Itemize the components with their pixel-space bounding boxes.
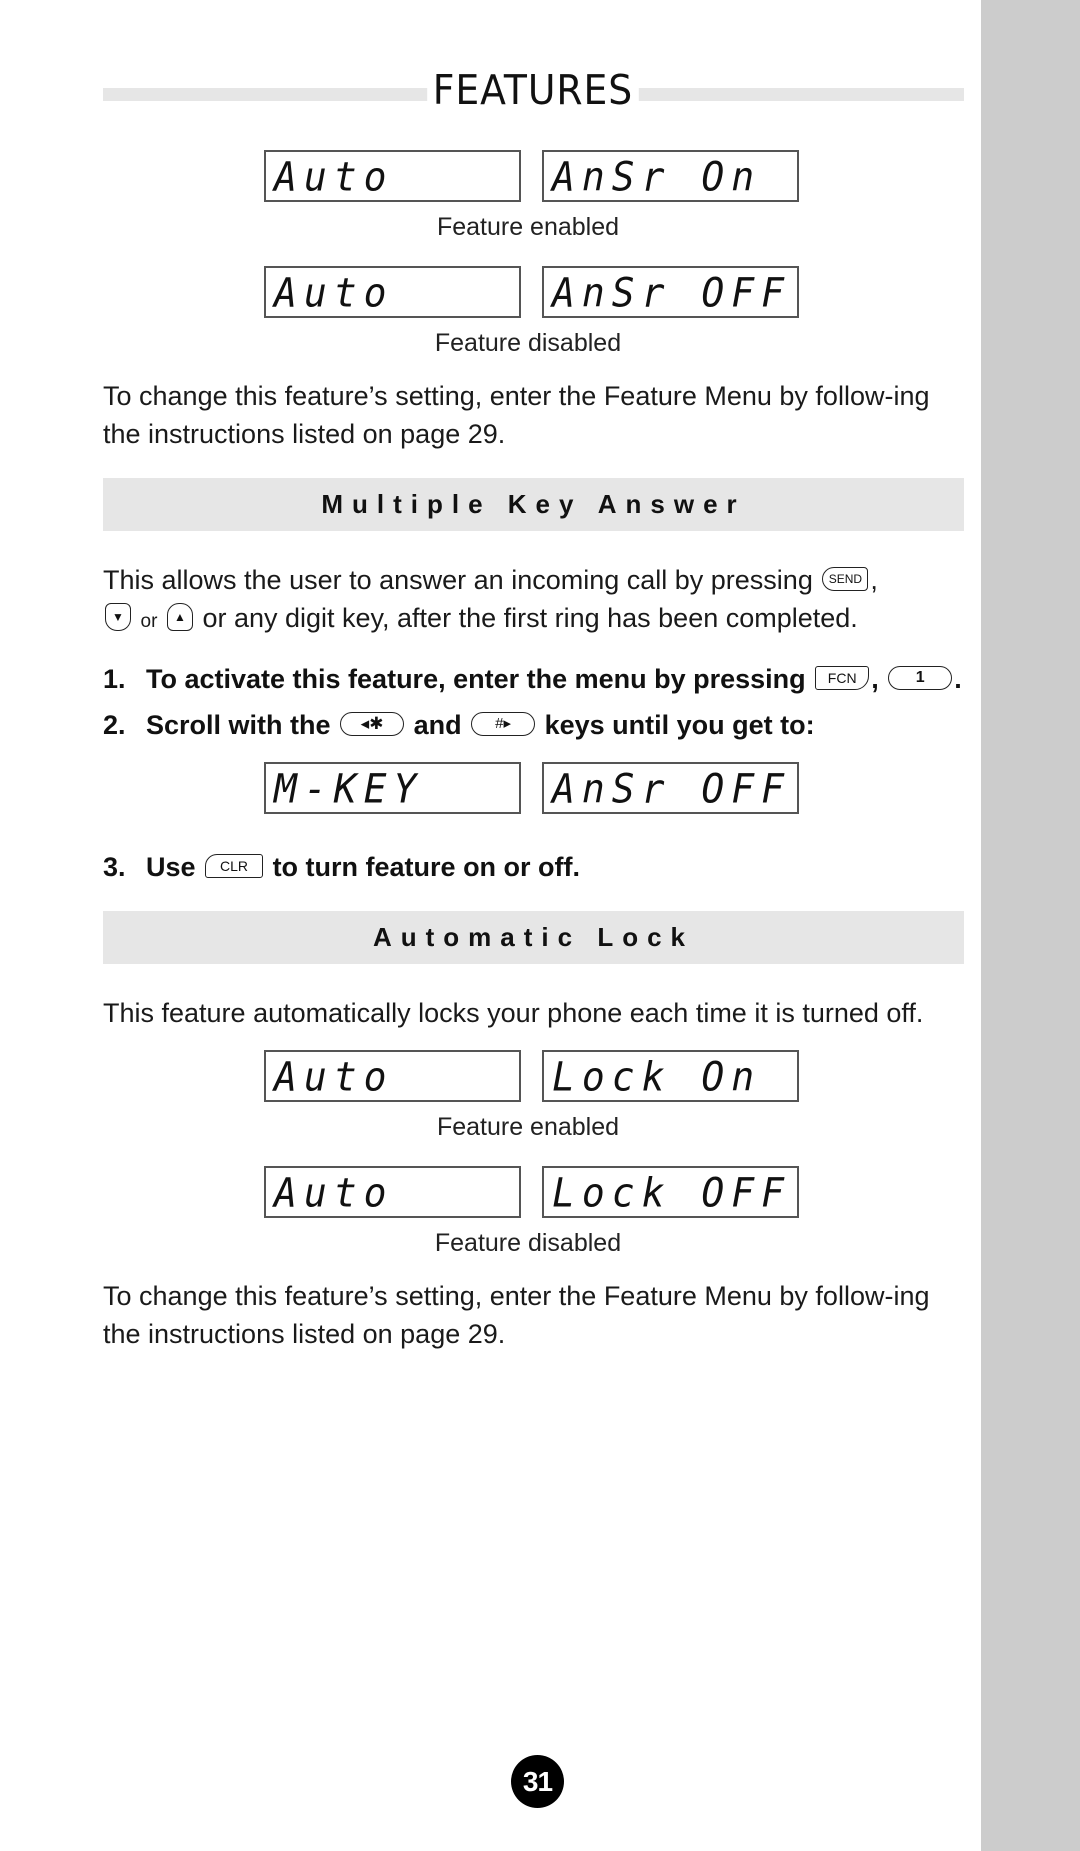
lcd-display-mkey: M-KEY AnSr OFF bbox=[264, 762, 802, 816]
page-title: FEATURES bbox=[427, 66, 639, 114]
lcd-left-panel: Auto bbox=[264, 1050, 521, 1102]
automatic-lock-note: To change this feature’s setting, enter … bbox=[103, 1281, 930, 1349]
caption-enabled: Feature enabled bbox=[436, 1113, 620, 1141]
step-number: 3. bbox=[103, 852, 126, 882]
step-text: Scroll with the bbox=[146, 710, 331, 740]
lcd-right-panel: AnSr OFF bbox=[542, 266, 799, 318]
step-text: To activate this feature, enter the menu… bbox=[146, 664, 806, 694]
lcd-right-panel: AnSr OFF bbox=[542, 762, 799, 814]
section-heading: Automatic Lock bbox=[372, 922, 695, 952]
up-arrow-key-icon: ▲ bbox=[166, 602, 193, 631]
lcd-text: M-KEY bbox=[274, 765, 424, 813]
lcd-text: Lock On bbox=[552, 1053, 762, 1101]
or-text: or bbox=[140, 611, 158, 632]
intro-text: or any digit key, after the first ring h… bbox=[202, 603, 858, 633]
lcd-display-auto-lock-off: Auto Lock OFF bbox=[264, 1166, 802, 1220]
down-arrow-key-icon: ▼ bbox=[105, 602, 131, 631]
clr-key-icon: CLR bbox=[205, 853, 264, 878]
section-header-multiple-key-answer: Multiple Key Answer bbox=[103, 478, 964, 531]
lcd-display-auto-answer-on: Auto AnSr On bbox=[264, 150, 802, 204]
lcd-left-panel: Auto bbox=[264, 150, 521, 202]
step-number: 1. bbox=[103, 664, 126, 694]
lcd-text: Auto bbox=[274, 153, 394, 201]
multiple-key-intro: This allows the user to answer an incomi… bbox=[103, 561, 973, 641]
step-1: 1. To activate this feature, enter the me… bbox=[103, 661, 962, 697]
lcd-left-panel: Auto bbox=[264, 266, 521, 318]
page-edge-tab bbox=[981, 0, 1080, 1851]
step-3: 3. Use CLR to turn feature on or off. bbox=[103, 849, 580, 885]
auto-answer-note: To change this feature’s setting, enter … bbox=[103, 381, 930, 449]
step-text: to turn feature on or off. bbox=[272, 852, 581, 882]
lcd-left-panel: Auto bbox=[264, 1166, 521, 1218]
fcn-key-icon: FCN bbox=[815, 665, 870, 690]
step-text: Use bbox=[146, 852, 196, 882]
lcd-display-auto-lock-on: Auto Lock On bbox=[264, 1050, 802, 1104]
one-key-icon: 1 bbox=[888, 665, 953, 690]
lcd-text: AnSr OFF bbox=[552, 765, 792, 813]
lcd-right-panel: AnSr On bbox=[542, 150, 799, 202]
step-text: and bbox=[413, 710, 462, 740]
page-title-wrap: FEATURES bbox=[0, 66, 1080, 114]
star-scroll-key-icon: ◂✱ bbox=[340, 711, 405, 736]
caption-disabled: Feature disabled bbox=[434, 329, 622, 357]
period: . bbox=[954, 664, 962, 694]
intro-text: This allows the user to answer an incomi… bbox=[103, 565, 813, 595]
lcd-text: AnSr On bbox=[552, 153, 762, 201]
lcd-right-panel: Lock OFF bbox=[542, 1166, 799, 1218]
automatic-lock-intro: This feature automatically locks your ph… bbox=[103, 998, 924, 1028]
lcd-right-panel: Lock On bbox=[542, 1050, 799, 1102]
step-number: 2. bbox=[103, 710, 126, 740]
comma: , bbox=[870, 565, 878, 595]
section-heading: Multiple Key Answer bbox=[321, 489, 746, 519]
step-2: 2. Scroll with the ◂✱ and #▸ keys until y… bbox=[103, 707, 815, 743]
caption-disabled: Feature disabled bbox=[434, 1229, 622, 1257]
lcd-text: AnSr OFF bbox=[552, 269, 792, 317]
lcd-text: Lock OFF bbox=[552, 1169, 792, 1217]
section-header-automatic-lock: Automatic Lock bbox=[103, 911, 964, 964]
lcd-left-panel: M-KEY bbox=[264, 762, 521, 814]
step-text: keys until you get to: bbox=[544, 710, 815, 740]
lcd-text: Auto bbox=[274, 269, 394, 317]
caption-enabled: Feature enabled bbox=[436, 213, 620, 241]
hash-scroll-key-icon: #▸ bbox=[471, 711, 536, 736]
page-number-badge: 31 bbox=[511, 1755, 564, 1808]
lcd-display-auto-answer-off: Auto AnSr OFF bbox=[264, 266, 802, 320]
lcd-text: Auto bbox=[274, 1053, 394, 1101]
comma: , bbox=[871, 664, 879, 694]
send-key-icon: SEND bbox=[822, 566, 869, 591]
lcd-text: Auto bbox=[274, 1169, 394, 1217]
